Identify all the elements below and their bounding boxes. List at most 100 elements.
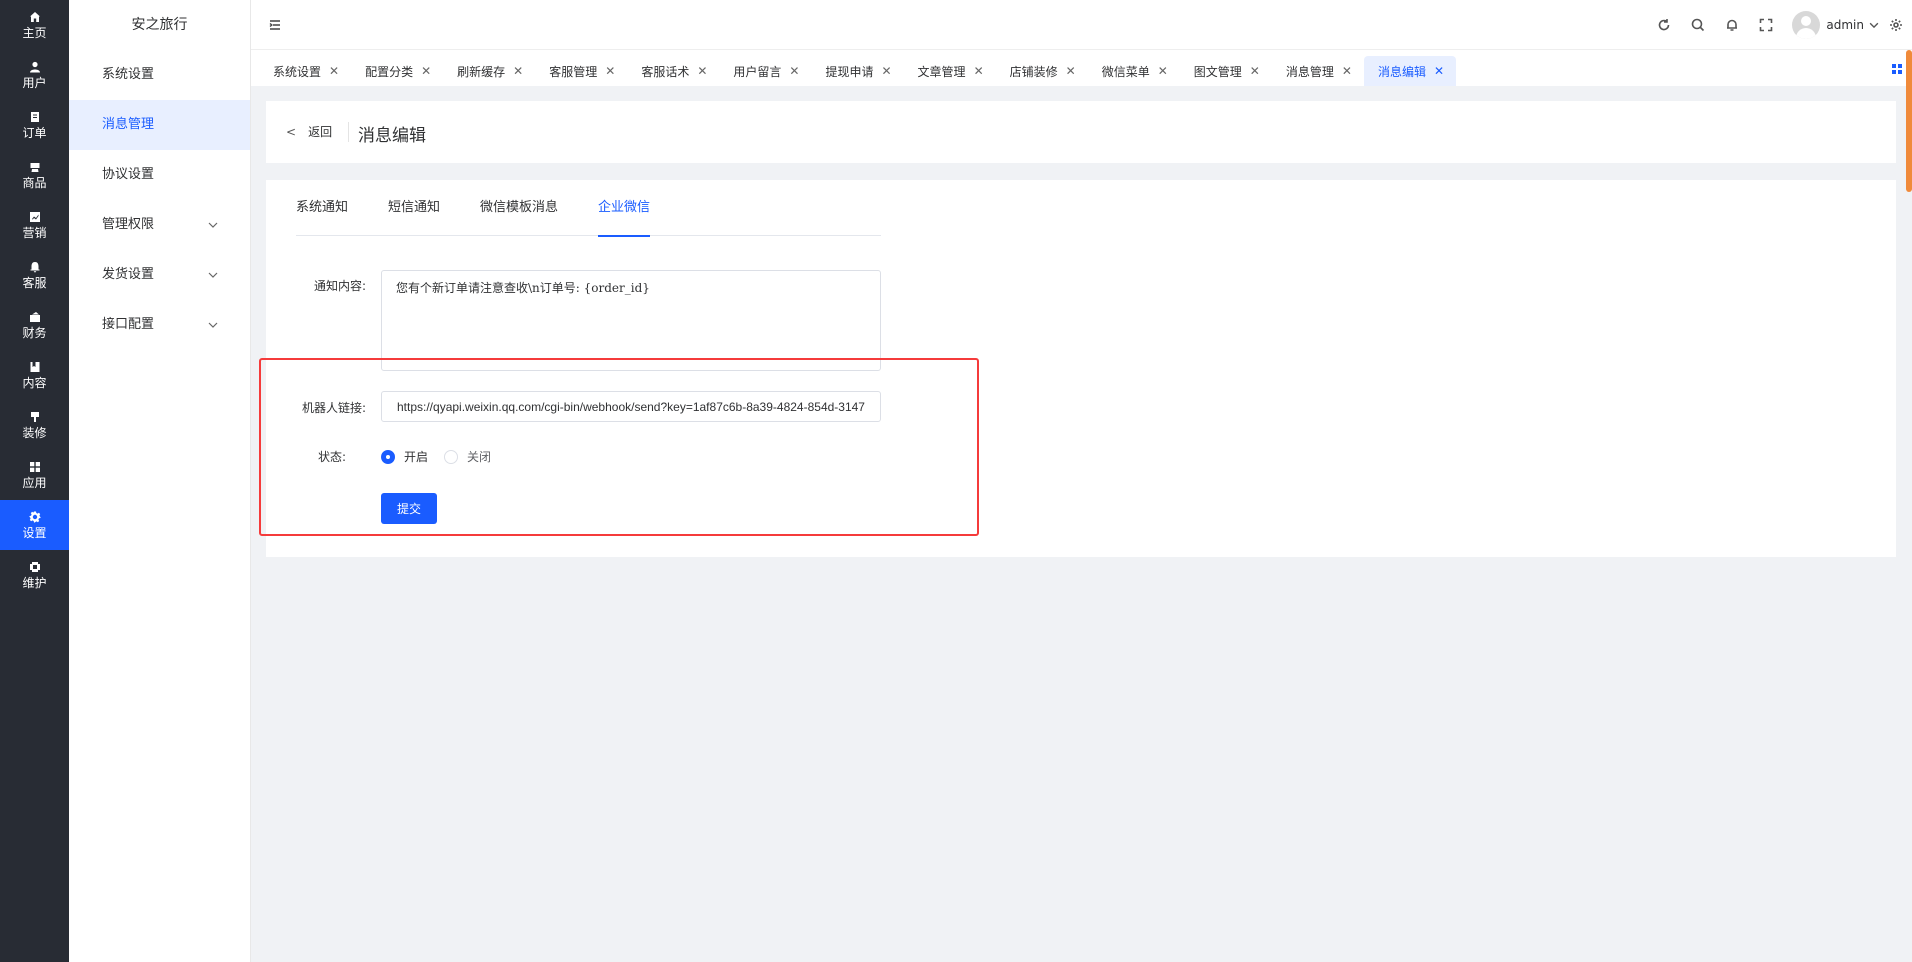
rail-item-home[interactable]: 主页 — [0, 0, 69, 50]
brand-name: 安之旅行 — [131, 17, 188, 33]
back-button[interactable]: < 返回 — [286, 123, 332, 140]
fullscreen-icon[interactable] — [1758, 17, 1774, 33]
status-off-radio[interactable]: 关闭 — [444, 448, 491, 465]
status-on-label: 开启 — [404, 450, 429, 464]
submit-button[interactable]: 提交 — [381, 493, 437, 524]
chevron-down-icon — [208, 200, 220, 250]
service-icon — [29, 261, 41, 273]
content-icon — [29, 361, 41, 373]
rail-item-settings[interactable]: 设置 — [0, 500, 69, 550]
close-icon[interactable]: ✕ — [513, 64, 523, 78]
maintain-icon — [29, 561, 41, 573]
rail-item-apps[interactable]: 应用 — [0, 450, 69, 500]
close-icon[interactable]: ✕ — [329, 64, 339, 78]
tab-label: 提现申请 — [825, 64, 874, 79]
close-icon[interactable]: ✕ — [789, 64, 799, 78]
rail-item-order[interactable]: 订单 — [0, 100, 69, 150]
rail-item-label: 主页 — [22, 25, 47, 40]
secondary-menu: 安之旅行 系统设置 消息管理 协议设置 管理权限 发货设置 接口配置 — [69, 0, 251, 962]
rail-item-label: 应用 — [22, 475, 47, 490]
tab-message-management[interactable]: 消息管理 ✕ — [1272, 56, 1364, 86]
back-label: 返回 — [308, 125, 333, 139]
tab-label: 文章管理 — [917, 64, 966, 79]
chevron-left-icon: < — [286, 124, 297, 139]
refresh-icon[interactable] — [1656, 17, 1672, 33]
tab-wechat-template[interactable]: 微信模板消息 — [480, 180, 558, 236]
tab-user-messages[interactable]: 用户留言 ✕ — [719, 56, 811, 86]
close-icon[interactable]: ✕ — [1066, 64, 1076, 78]
tab-wecom[interactable]: 企业微信 — [598, 180, 651, 237]
tab-system-settings[interactable]: 系统设置 ✕ — [259, 56, 351, 86]
tab-article-management[interactable]: 文章管理 ✕ — [904, 56, 996, 86]
page-title: 消息编辑 — [358, 126, 426, 146]
close-icon[interactable]: ✕ — [421, 64, 431, 78]
rail-item-service[interactable]: 客服 — [0, 250, 69, 300]
rail-item-content[interactable]: 内容 — [0, 350, 69, 400]
submenu-item-permissions[interactable]: 管理权限 — [69, 200, 250, 250]
close-icon[interactable]: ✕ — [1158, 64, 1168, 78]
rail-item-user[interactable]: 用户 — [0, 50, 69, 100]
tab-system-notice[interactable]: 系统通知 — [296, 180, 348, 236]
chevron-down-icon[interactable] — [1868, 17, 1880, 33]
tab-store-decoration[interactable]: 店铺装修 ✕ — [996, 56, 1088, 86]
rail-item-label: 订单 — [22, 125, 47, 140]
top-header: admin — [251, 0, 1912, 50]
tab-sms-notice[interactable]: 短信通知 — [388, 180, 440, 236]
avatar[interactable] — [1792, 11, 1821, 39]
tab-service-scripts[interactable]: 客服话术 ✕ — [627, 56, 719, 86]
rail-item-product[interactable]: 商品 — [0, 150, 69, 200]
rail-item-label: 设置 — [22, 525, 47, 540]
close-icon[interactable]: ✕ — [881, 64, 891, 78]
primary-nav-rail: 主页 用户 订单 商品 营销 客服 财务 内容 装修 应用 设置 维护 — [0, 0, 69, 962]
notification-content-textarea[interactable]: 您有个新订单请注意查收\n订单号: {order_id} — [381, 270, 881, 371]
settings-icon — [29, 511, 41, 523]
robot-link-input[interactable] — [381, 391, 881, 422]
rail-item-label: 营销 — [22, 225, 47, 240]
rail-item-label: 维护 — [22, 575, 47, 590]
form-card: 系统通知 短信通知 微信模板消息 企业微信 通知内容: 您有个新订单请注意查收\… — [266, 180, 1896, 557]
rail-item-decorate[interactable]: 装修 — [0, 400, 69, 450]
tabs-menu-icon[interactable] — [1892, 64, 1902, 74]
username[interactable]: admin — [1826, 18, 1864, 32]
submenu-item-system-settings[interactable]: 系统设置 — [69, 50, 250, 100]
close-icon[interactable]: ✕ — [697, 64, 707, 78]
submenu-item-label: 消息管理 — [102, 117, 155, 132]
close-icon[interactable]: ✕ — [974, 64, 984, 78]
user-icon — [29, 61, 41, 73]
tab-message-edit[interactable]: 消息编辑 ✕ — [1363, 56, 1457, 86]
submenu-item-agreement-settings[interactable]: 协议设置 — [69, 150, 250, 200]
tab-label: 店铺装修 — [1009, 64, 1058, 79]
tab-media-management[interactable]: 图文管理 ✕ — [1180, 56, 1272, 86]
bell-icon[interactable] — [1724, 17, 1740, 33]
close-icon[interactable]: ✕ — [605, 64, 615, 78]
rail-item-finance[interactable]: 财务 — [0, 300, 69, 350]
tab-label: 图文管理 — [1193, 64, 1242, 79]
tab-label: 刷新缓存 — [457, 64, 506, 79]
tab-service-management[interactable]: 客服管理 ✕ — [535, 56, 627, 86]
submenu-item-message-management[interactable]: 消息管理 — [69, 100, 250, 150]
submenu-item-shipping-settings[interactable]: 发货设置 — [69, 250, 250, 300]
menu-toggle-icon[interactable] — [267, 17, 283, 33]
tab-refresh-cache[interactable]: 刷新缓存 ✕ — [443, 56, 535, 86]
header-actions: admin — [1656, 0, 1912, 50]
search-icon[interactable] — [1690, 17, 1706, 33]
content-field-label: 通知内容: — [313, 279, 366, 293]
rail-item-maintain[interactable]: 维护 — [0, 550, 69, 600]
tab-label: 用户留言 — [733, 64, 782, 79]
tab-label: 消息编辑 — [1377, 64, 1426, 79]
close-icon[interactable]: ✕ — [1434, 64, 1444, 78]
rail-item-marketing[interactable]: 营销 — [0, 200, 69, 250]
submenu-item-api-config[interactable]: 接口配置 — [69, 300, 250, 350]
close-icon[interactable]: ✕ — [1250, 64, 1260, 78]
status-off-label: 关闭 — [467, 450, 492, 464]
tab-config-category[interactable]: 配置分类 ✕ — [351, 56, 443, 86]
home-icon — [29, 11, 41, 23]
radio-unchecked-icon — [444, 449, 458, 464]
chevron-down-icon — [208, 300, 220, 350]
tab-wechat-menu[interactable]: 微信菜单 ✕ — [1088, 56, 1180, 86]
gear-icon[interactable] — [1888, 17, 1904, 33]
status-on-radio[interactable]: 开启 — [381, 448, 428, 465]
tab-withdraw-requests[interactable]: 提现申请 ✕ — [811, 56, 903, 86]
page-scrollbar[interactable] — [1906, 50, 1912, 192]
close-icon[interactable]: ✕ — [1342, 64, 1352, 78]
